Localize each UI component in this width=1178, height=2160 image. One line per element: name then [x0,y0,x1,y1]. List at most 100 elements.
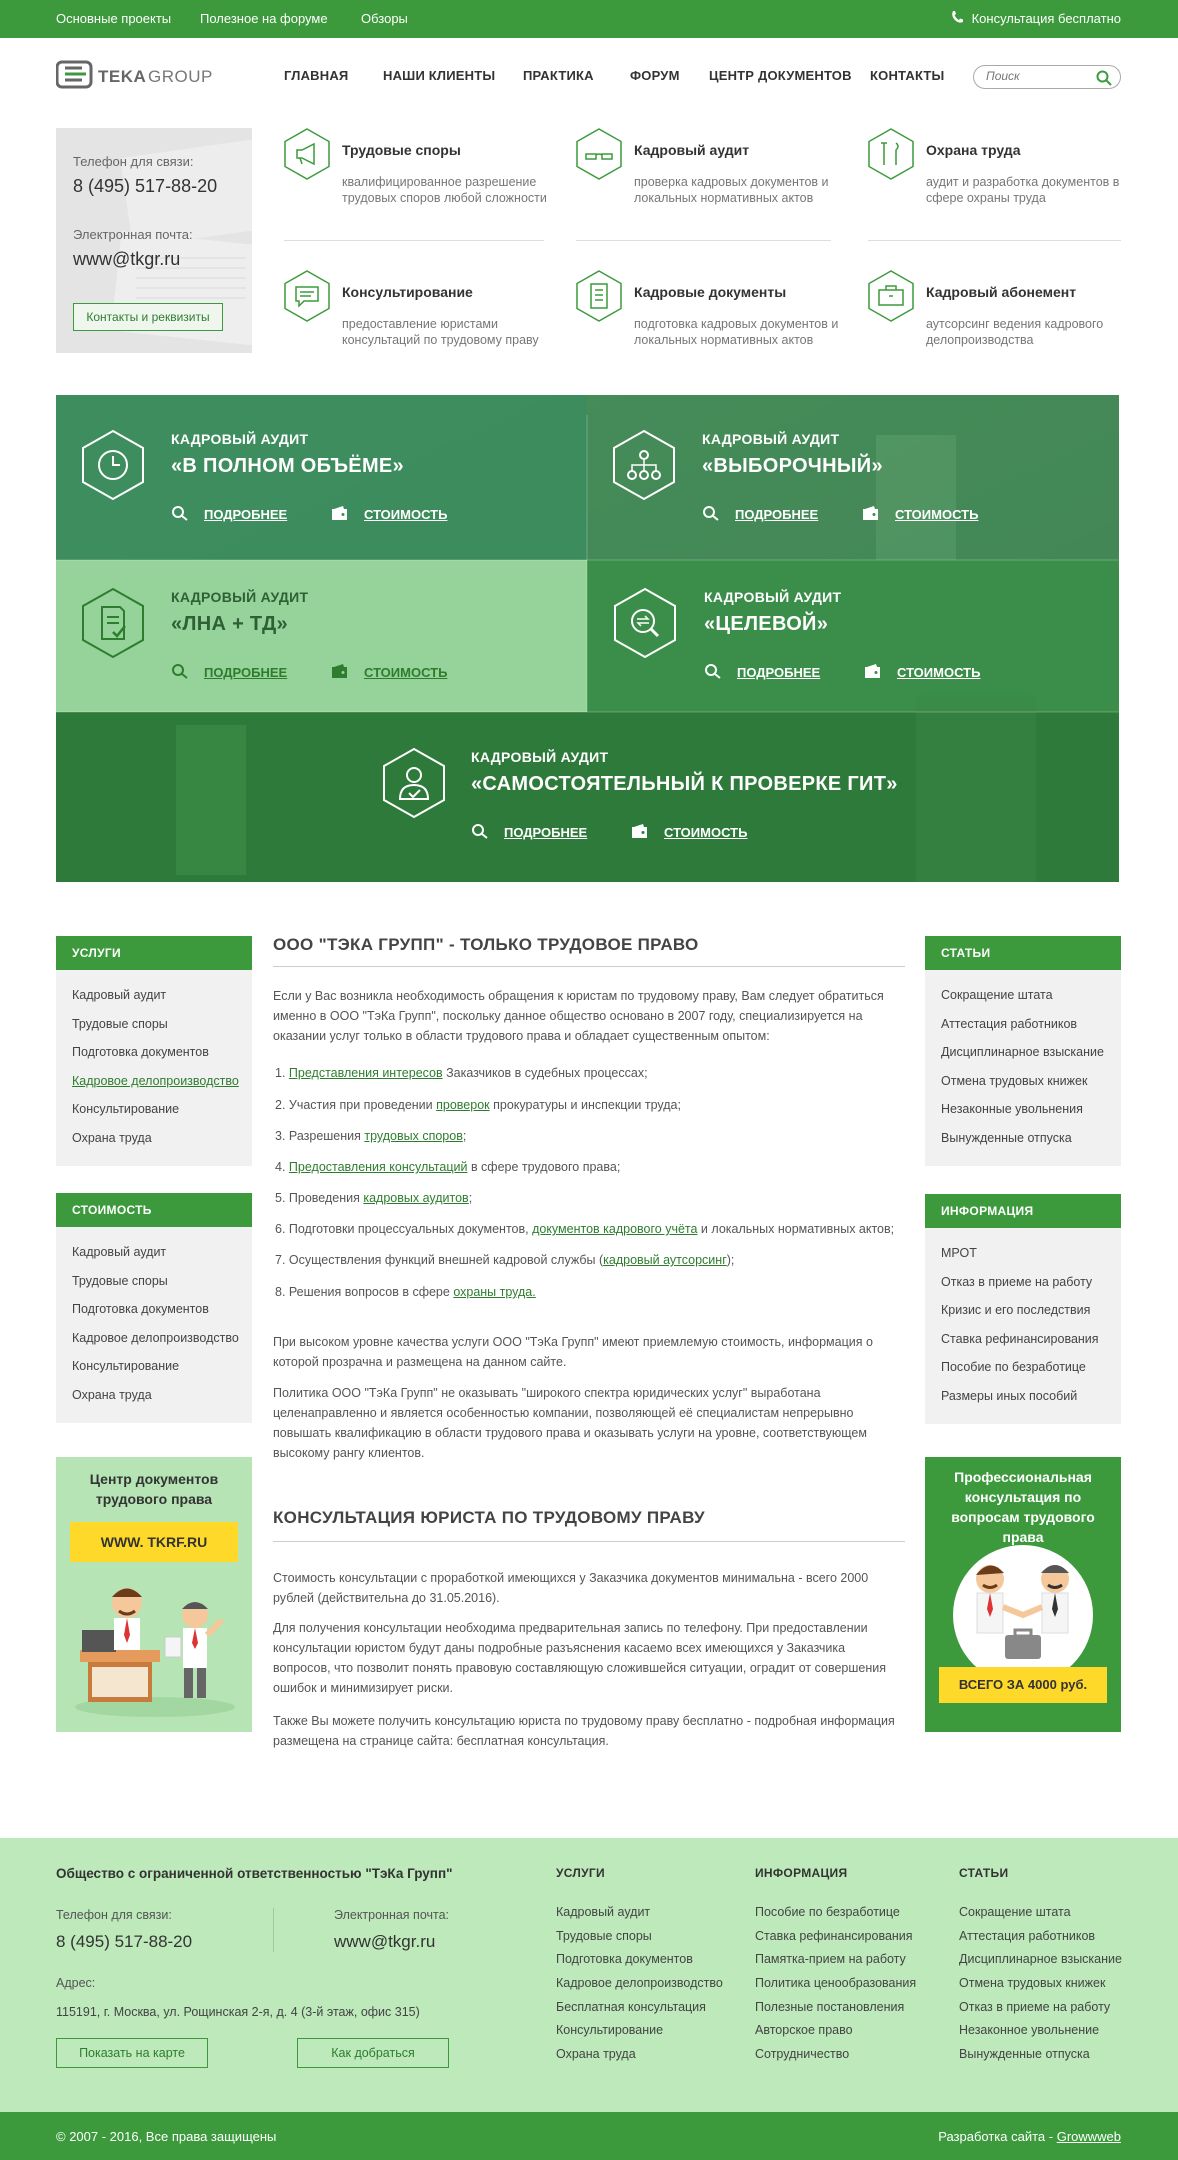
phone-number: 8 (495) 517-88-20 [73,176,218,196]
nav-documents[interactable]: ЦЕНТР ДОКУМЕНТОВ [709,68,852,83]
contacts-button[interactable]: Контакты и реквизиты [73,303,223,331]
info-menu-item[interactable]: Ставка рефинансирования [941,1332,1099,1346]
audit-more-link[interactable]: ПОДРОБНЕЕ [204,507,287,522]
topbar-link-projects[interactable]: Основные проекты [56,11,171,26]
footer-link[interactable]: Вынужденные отпуска [959,2047,1090,2061]
search-icon[interactable] [1096,70,1112,86]
prices-menu-item[interactable]: Подготовка документов [72,1302,209,1316]
footer-link[interactable]: Памятка-прием на работу [755,1952,906,1966]
services-menu-item[interactable]: Трудовые споры [72,1017,168,1031]
services-menu-item[interactable]: Консультирование [72,1102,179,1116]
footer-link[interactable]: Подготовка документов [556,1952,693,1966]
wallet-icon [332,664,347,678]
free-consult-link[interactable]: Консультация бесплатно [972,11,1121,26]
audit-more-link[interactable]: ПОДРОБНЕЕ [737,665,820,680]
articles-menu-item[interactable]: Отмена трудовых книжек [941,1074,1087,1088]
footer-link[interactable]: Сокращение штата [959,1905,1071,1919]
info-menu-item[interactable]: Отказ в приеме на работу [941,1275,1092,1289]
services-menu-item[interactable]: Кадровый аудит [72,988,166,1002]
audit-price-link[interactable]: СТОИМОСТЬ [364,665,447,680]
articles-menu-item[interactable]: Дисциплинарное взыскание [941,1045,1104,1059]
footer-link[interactable]: Бесплатная консультация [556,2000,706,2014]
topbar-link-reviews[interactable]: Обзоры [361,11,408,26]
prices-menu-item[interactable]: Охрана труда [72,1388,152,1402]
audit-price-link[interactable]: СТОИМОСТЬ [664,825,747,840]
nav-clients[interactable]: НАШИ КЛИЕНТЫ [383,68,495,83]
list-link[interactable]: кадровых аудитов [363,1191,468,1205]
audit-price-link[interactable]: СТОИМОСТЬ [364,507,447,522]
services-menu-item-active[interactable]: Кадровое делопроизводство [72,1074,239,1088]
footer-link[interactable]: Авторское право [755,2023,853,2037]
footer-link[interactable]: Пособие по безработице [755,1905,900,1919]
prices-menu-item[interactable]: Консультирование [72,1359,179,1373]
footer-link[interactable]: Кадровый аудит [556,1905,650,1919]
footer-link[interactable]: Охрана труда [556,2047,636,2061]
audit-more-link[interactable]: ПОДРОБНЕЕ [504,825,587,840]
services-list-item: 3. Разрешения трудовых споров; [275,1129,466,1143]
directions-button[interactable]: Как добраться [297,2038,449,2068]
footer-link[interactable]: Дисциплинарное взыскание [959,1952,1122,1966]
footer-link[interactable]: Отказ в приеме на работу [959,2000,1110,2014]
list-text: в сфере трудового права; [467,1160,621,1174]
footer-link[interactable]: Сотрудничество [755,2047,849,2061]
prices-menu-item[interactable]: Кадровый аудит [72,1245,166,1259]
glasses-icon [576,128,622,180]
prices-menu-item[interactable]: Кадровое делопроизводство [72,1331,239,1345]
info-menu-item[interactable]: Размеры иных пособий [941,1389,1077,1403]
list-link[interactable]: Предоставления консультаций [289,1160,468,1174]
intro-paragraph: Если у Вас возникла необходимость обраще… [273,989,884,1043]
services-menu-item[interactable]: Подготовка документов [72,1045,209,1059]
prices-menu: Кадровый аудит Трудовые споры Подготовка… [56,1227,252,1423]
footer-link[interactable]: Консультирование [556,2023,663,2037]
footer-link[interactable]: Трудовые споры [556,1929,652,1943]
articles-menu-item[interactable]: Аттестация работников [941,1017,1077,1031]
footer-link[interactable]: Незаконное увольнение [959,2023,1099,2037]
audit-more-link[interactable]: ПОДРОБНЕЕ [204,665,287,680]
logo[interactable]: TEKA GROUP [55,60,246,90]
list-link[interactable]: документов кадрового учёта [532,1222,697,1236]
list-link[interactable]: кадровый аутсорсинг [603,1253,727,1267]
services-menu-item[interactable]: Охрана труда [72,1131,152,1145]
articles-menu-item[interactable]: Вынужденные отпуска [941,1131,1072,1145]
footer-col-title: ИНФОРМАЦИЯ [755,1866,848,1880]
info-menu-item[interactable]: МРОТ [941,1246,977,1260]
audit-tag: КАДРОВЫЙ АУДИТ [171,431,309,447]
list-link[interactable]: Представления интересов [289,1066,443,1080]
list-link[interactable]: проверок [436,1098,490,1112]
nav-forum[interactable]: ФОРУМ [630,68,680,83]
developer-link[interactable]: Growwweb [1057,2129,1121,2144]
pricing-paragraph: При высоком уровне качества услуги ООО "… [273,1335,873,1369]
consultation-promo[interactable]: Профессиональная консультация по вопроса… [925,1457,1121,1732]
nav-home[interactable]: ГЛАВНАЯ [284,68,348,83]
audit-price-link[interactable]: СТОИМОСТЬ [897,665,980,680]
nav-contacts[interactable]: КОНТАКТЫ [870,68,944,83]
target-search-icon [614,587,676,659]
services-list-item: 8. Решения вопросов в сфере охраны труда… [275,1285,536,1299]
audit-more-link[interactable]: ПОДРОБНЕЕ [735,507,818,522]
footer-link[interactable]: Ставка рефинансирования [755,1929,913,1943]
search-icon [703,506,719,521]
tools-icon [868,128,914,180]
topbar-link-forum[interactable]: Полезное на форуме [200,11,328,26]
footer-link[interactable]: Отмена трудовых книжек [959,1976,1105,1990]
articles-menu-item[interactable]: Незаконные увольнения [941,1102,1083,1116]
list-link[interactable]: охраны труда. [453,1285,535,1299]
documents-center-promo[interactable]: Центр документов трудового права WWW. TK… [56,1457,252,1732]
nav-practice[interactable]: ПРАКТИКА [523,68,594,83]
search-input[interactable] [986,69,1096,83]
footer-link[interactable]: Политика ценообразования [755,1976,916,1990]
audit-price-link[interactable]: СТОИМОСТЬ [895,507,978,522]
articles-menu-item[interactable]: Сокращение штата [941,988,1053,1002]
list-text: 4. [275,1160,289,1174]
footer-link[interactable]: Кадровое делопроизводство [556,1976,723,1990]
list-link[interactable]: трудовых споров [364,1129,462,1143]
office-workers-illustration [75,1588,235,1717]
footer-link[interactable]: Полезные постановления [755,2000,904,2014]
show-map-button[interactable]: Показать на карте [56,2038,208,2068]
prices-menu-item[interactable]: Трудовые споры [72,1274,168,1288]
footer: Общество с ограниченной ответственностью… [0,1838,1178,2112]
info-menu-item[interactable]: Пособие по безработице [941,1360,1086,1374]
audit-title-full: «В ПОЛНОМ ОБЪЁМЕ» [171,455,404,477]
footer-link[interactable]: Аттестация работников [959,1929,1095,1943]
info-menu-item[interactable]: Кризис и его последствия [941,1303,1090,1317]
